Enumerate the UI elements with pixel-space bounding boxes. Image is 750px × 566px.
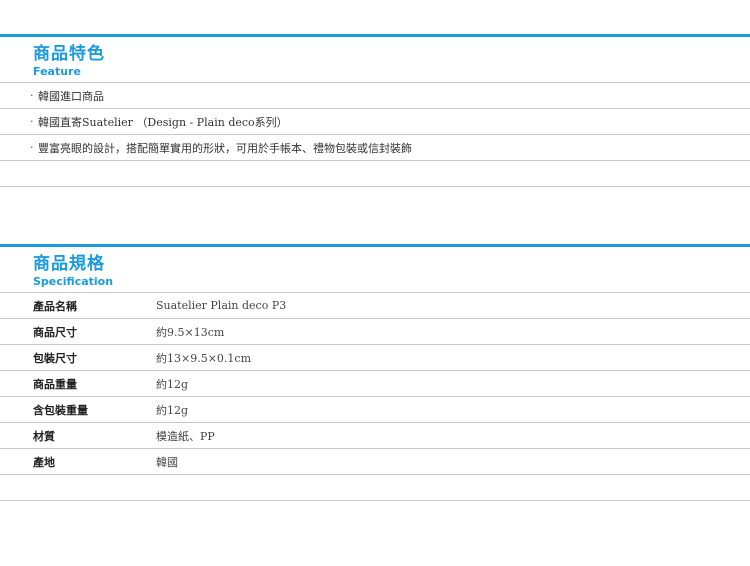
feature-heading: 商品特色 Feature <box>0 37 750 83</box>
spec-label: 商品尺寸 <box>33 325 77 339</box>
spec-label: 產地 <box>33 455 55 469</box>
spec-row-material: 材質 模造紙、PP <box>0 423 750 449</box>
feature-item: · 韓國直寄Suatelier （Design - Plain deco系列） <box>0 109 750 135</box>
spec-value: 約13×9.5×0.1cm <box>156 351 252 365</box>
spec-row-product-size: 商品尺寸 約9.5×13cm <box>0 319 750 345</box>
feature-item: · 韓國進口商品 <box>0 83 750 109</box>
feature-item-text: 豐富亮眼的設計，搭配簡單實用的形狀，可用於手帳本、禮物包裝或信封裝飾 <box>38 141 412 155</box>
feature-empty-row <box>0 161 750 187</box>
spec-value: 約9.5×13cm <box>156 325 225 339</box>
bullet-icon: · <box>30 89 34 102</box>
feature-title: 商品特色 <box>33 44 105 64</box>
feature-item-text: 韓國直寄Suatelier （Design - Plain deco系列） <box>38 115 288 129</box>
spec-value: 模造紙、PP <box>156 429 215 443</box>
product-info-page: 商品特色 Feature · 韓國進口商品 · 韓國直寄Suatelier （D… <box>0 0 750 566</box>
bullet-icon: · <box>30 141 34 154</box>
spec-label: 商品重量 <box>33 377 77 391</box>
spec-value: 韓國 <box>156 455 178 469</box>
spec-value: Suatelier Plain deco P3 <box>156 299 287 312</box>
feature-item-text: 韓國進口商品 <box>38 89 104 103</box>
spec-row-package-size: 包裝尺寸 約13×9.5×0.1cm <box>0 345 750 371</box>
spec-label: 包裝尺寸 <box>33 351 77 365</box>
spec-row-product-name: 產品名稱 Suatelier Plain deco P3 <box>0 293 750 319</box>
spec-value: 約12g <box>156 377 189 391</box>
spec-section: 商品規格 Specification 產品名稱 Suatelier Plain … <box>0 244 750 501</box>
spec-heading: 商品規格 Specification <box>0 247 750 293</box>
feature-section: 商品特色 Feature · 韓國進口商品 · 韓國直寄Suatelier （D… <box>0 34 750 187</box>
spec-subtitle: Specification <box>33 275 114 288</box>
spec-value: 約12g <box>156 403 189 417</box>
spec-row-origin: 產地 韓國 <box>0 449 750 475</box>
spec-empty-row <box>0 475 750 501</box>
spec-title: 商品規格 <box>33 254 105 274</box>
spec-row-package-weight: 含包裝重量 約12g <box>0 397 750 423</box>
spec-label: 含包裝重量 <box>33 403 88 417</box>
bullet-icon: · <box>30 115 34 128</box>
spec-label: 產品名稱 <box>33 299 77 313</box>
feature-item: · 豐富亮眼的設計，搭配簡單實用的形狀，可用於手帳本、禮物包裝或信封裝飾 <box>0 135 750 161</box>
feature-subtitle: Feature <box>33 65 81 78</box>
spec-row-product-weight: 商品重量 約12g <box>0 371 750 397</box>
spec-label: 材質 <box>33 429 55 443</box>
